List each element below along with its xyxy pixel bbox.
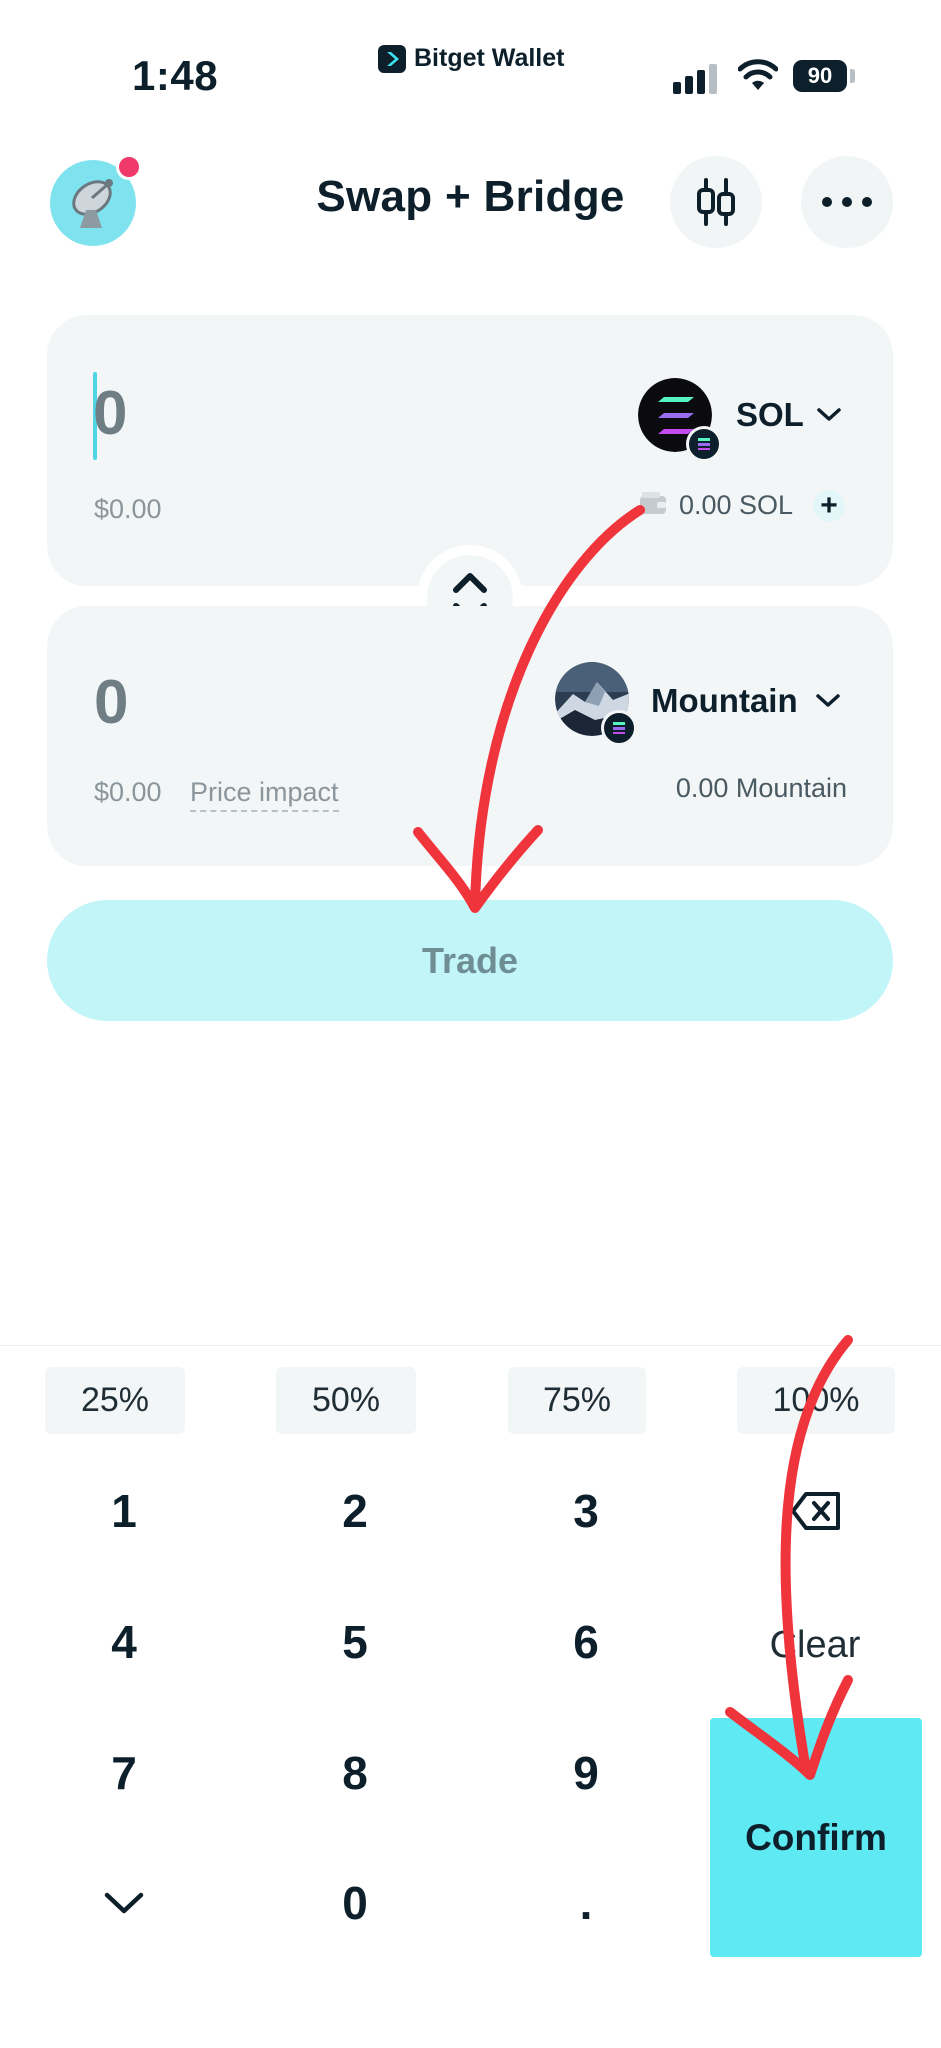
clear-button[interactable]: Clear: [730, 1600, 900, 1690]
from-balance: 0.00 SOL: [679, 490, 794, 520]
chevron-down-icon: [816, 694, 840, 707]
chart-button[interactable]: [670, 156, 762, 248]
from-usd-value: $0.00: [94, 494, 162, 524]
more-options-button[interactable]: [801, 156, 893, 248]
backspace-icon: [791, 1492, 840, 1530]
hide-keypad-button[interactable]: [54, 1853, 194, 1953]
key-decimal[interactable]: .: [516, 1853, 656, 1953]
solana-chain-badge-icon: [686, 426, 722, 462]
solana-chain-badge-icon: [601, 710, 637, 746]
confirm-button[interactable]: Confirm: [710, 1718, 922, 1957]
bitget-logo-icon: [378, 44, 406, 73]
percent-50-button[interactable]: 50%: [276, 1367, 416, 1434]
to-balance: 0.00 Mountain: [675, 773, 847, 803]
key-2[interactable]: 2: [285, 1461, 425, 1561]
price-impact-link[interactable]: Price impact: [190, 777, 339, 812]
percent-100-button[interactable]: 100%: [737, 1367, 895, 1434]
chevron-down-icon: [817, 408, 841, 421]
key-7[interactable]: 7: [54, 1723, 194, 1823]
to-token-name: Mountain: [651, 682, 798, 719]
page-title: Swap + Bridge: [316, 172, 625, 221]
wallet-icon: [640, 492, 666, 514]
to-token-selector[interactable]: Mountain: [555, 662, 875, 746]
keypad-divider: [0, 1345, 941, 1346]
to-usd-value: $0.00: [94, 777, 162, 807]
from-token-name: SOL: [736, 396, 804, 433]
candlestick-chart-icon: [697, 178, 735, 226]
backspace-button[interactable]: [746, 1461, 886, 1561]
key-0[interactable]: 0: [285, 1853, 425, 1953]
status-time: 1:48: [132, 52, 219, 99]
key-1[interactable]: 1: [54, 1461, 194, 1561]
app-brand: Bitget Wallet: [378, 44, 564, 73]
add-funds-button[interactable]: +: [813, 489, 845, 522]
cellular-signal-icon: [673, 64, 717, 94]
trade-button[interactable]: Trade: [47, 900, 893, 1021]
percent-75-button[interactable]: 75%: [508, 1367, 646, 1434]
wifi-icon: [738, 59, 778, 90]
chevron-down-icon: [104, 1892, 144, 1914]
to-amount: 0: [94, 668, 129, 737]
more-dots-icon: [822, 197, 872, 207]
key-5[interactable]: 5: [285, 1592, 425, 1692]
app-name: Bitget Wallet: [414, 44, 565, 72]
from-amount-input[interactable]: 0: [93, 378, 127, 449]
key-9[interactable]: 9: [516, 1723, 656, 1823]
battery-cap: [850, 69, 855, 83]
key-3[interactable]: 3: [516, 1461, 656, 1561]
battery-indicator: 90: [793, 60, 847, 92]
key-8[interactable]: 8: [285, 1723, 425, 1823]
key-6[interactable]: 6: [516, 1592, 656, 1692]
from-token-selector[interactable]: SOL: [638, 378, 868, 462]
percent-25-button[interactable]: 25%: [45, 1367, 185, 1434]
key-4[interactable]: 4: [54, 1592, 194, 1692]
